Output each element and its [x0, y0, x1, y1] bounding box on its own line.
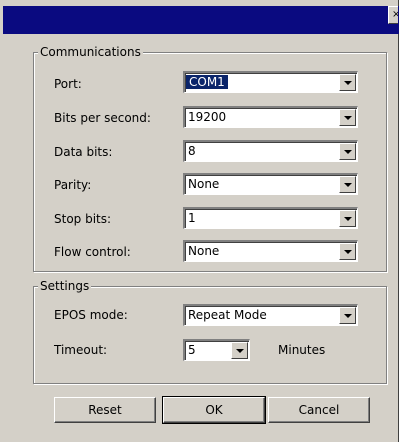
- chevron-down-icon[interactable]: [339, 74, 356, 91]
- chevron-down-icon[interactable]: [339, 210, 356, 227]
- chevron-down-icon[interactable]: [339, 143, 356, 160]
- timeout-select[interactable]: 5: [183, 339, 250, 361]
- close-icon: ×: [392, 7, 398, 23]
- communications-legend: Communications: [38, 45, 143, 59]
- chevron-down-icon[interactable]: [339, 176, 356, 193]
- stop-bits-value: 1: [188, 211, 196, 225]
- stop-bits-select[interactable]: 1: [183, 207, 358, 229]
- cancel-button[interactable]: Cancel: [268, 397, 370, 423]
- parity-select[interactable]: None: [183, 173, 358, 195]
- epos-mode-value: Repeat Mode: [188, 308, 267, 322]
- data-bits-value: 8: [188, 144, 196, 158]
- chevron-down-icon[interactable]: [339, 307, 356, 324]
- parity-label: Parity:: [54, 178, 92, 192]
- port-value: COM1: [186, 75, 228, 89]
- bits-per-second-select[interactable]: 19200: [183, 106, 358, 128]
- parity-value: None: [188, 177, 220, 191]
- data-bits-label: Data bits:: [54, 145, 113, 159]
- flow-control-label: Flow control:: [54, 245, 131, 259]
- chevron-down-icon[interactable]: [339, 243, 356, 260]
- data-bits-select[interactable]: 8: [183, 140, 358, 162]
- flow-control-value: None: [188, 244, 220, 258]
- chevron-down-icon[interactable]: [231, 342, 248, 359]
- timeout-value: 5: [188, 343, 196, 357]
- stop-bits-label: Stop bits:: [54, 212, 112, 226]
- reset-button[interactable]: Reset: [54, 397, 156, 423]
- chevron-down-icon[interactable]: [339, 109, 356, 126]
- bits-per-second-value: 19200: [188, 110, 227, 124]
- port-label: Port:: [54, 77, 82, 91]
- port-select[interactable]: COM1: [183, 71, 358, 93]
- flow-control-select[interactable]: None: [183, 240, 358, 262]
- bits-per-second-label: Bits per second:: [54, 111, 151, 125]
- close-button[interactable]: ×: [388, 6, 398, 24]
- title-bar: [3, 6, 399, 34]
- timeout-unit: Minutes: [278, 343, 326, 357]
- settings-legend: Settings: [38, 279, 92, 293]
- ok-button[interactable]: OK: [162, 396, 266, 424]
- epos-mode-select[interactable]: Repeat Mode: [183, 304, 358, 326]
- epos-mode-label: EPOS mode:: [54, 308, 128, 322]
- settings-group: Settings: [33, 279, 387, 384]
- serial-settings-dialog: × Communications Port: COM1 Bits per sec…: [0, 0, 399, 442]
- timeout-label: Timeout:: [54, 343, 108, 357]
